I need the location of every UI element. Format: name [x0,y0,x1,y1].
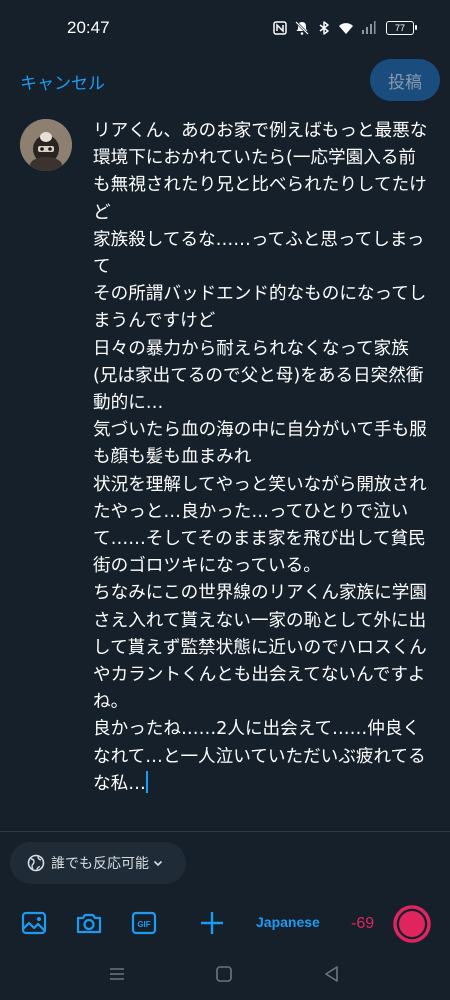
status-icons: 77 [272,20,417,36]
bluetooth-icon [319,21,329,35]
wifi-icon [339,23,353,34]
home-icon[interactable] [214,964,234,984]
compose-text-area[interactable]: リアくん、あのお家で例えばもっと最悪な環境下におかれていたら(一応学園入る前も無… [93,118,433,798]
add-icon[interactable] [199,910,225,936]
compose-screen: 20:47 77 キャンセル 投稿 リアくん、あのお家で例えばもっと最悪な環境下… [0,0,450,1000]
avatar-image [20,119,72,171]
mute-icon [295,21,309,35]
signal-icon [362,21,376,34]
post-button[interactable]: 投稿 [370,59,440,101]
nfc-icon [273,21,287,35]
camera-icon[interactable] [76,910,102,936]
character-limit-ring-icon [393,905,431,943]
compose-text: リアくん、あのお家で例えばもっと最悪な環境下におかれていたら(一応学園入る前も無… [93,121,428,794]
recent-apps-icon[interactable] [107,964,127,984]
reply-setting-label: 誰でも反応可能 [51,856,149,872]
reply-setting-button[interactable]: 誰でも反応可能 [10,842,186,884]
divider [0,831,450,832]
back-icon[interactable] [322,964,342,984]
globe-icon [27,854,45,872]
chevron-down-icon [153,860,163,867]
image-icon[interactable] [21,910,47,936]
language-selector[interactable]: Japanese [256,914,320,930]
text-cursor [145,770,148,793]
avatar[interactable] [20,119,72,171]
system-navigation-bar [0,952,450,1000]
status-bar: 20:47 77 [0,0,450,58]
status-time: 20:47 [67,18,110,37]
gif-icon[interactable]: GIF [131,910,157,936]
cancel-button[interactable]: キャンセル [20,69,105,94]
compose-toolbar: GIF Japanese -69 [0,898,450,952]
battery-icon: 77 [386,21,417,35]
gif-label: GIF [137,920,150,929]
character-counter: -69 [351,915,375,932]
